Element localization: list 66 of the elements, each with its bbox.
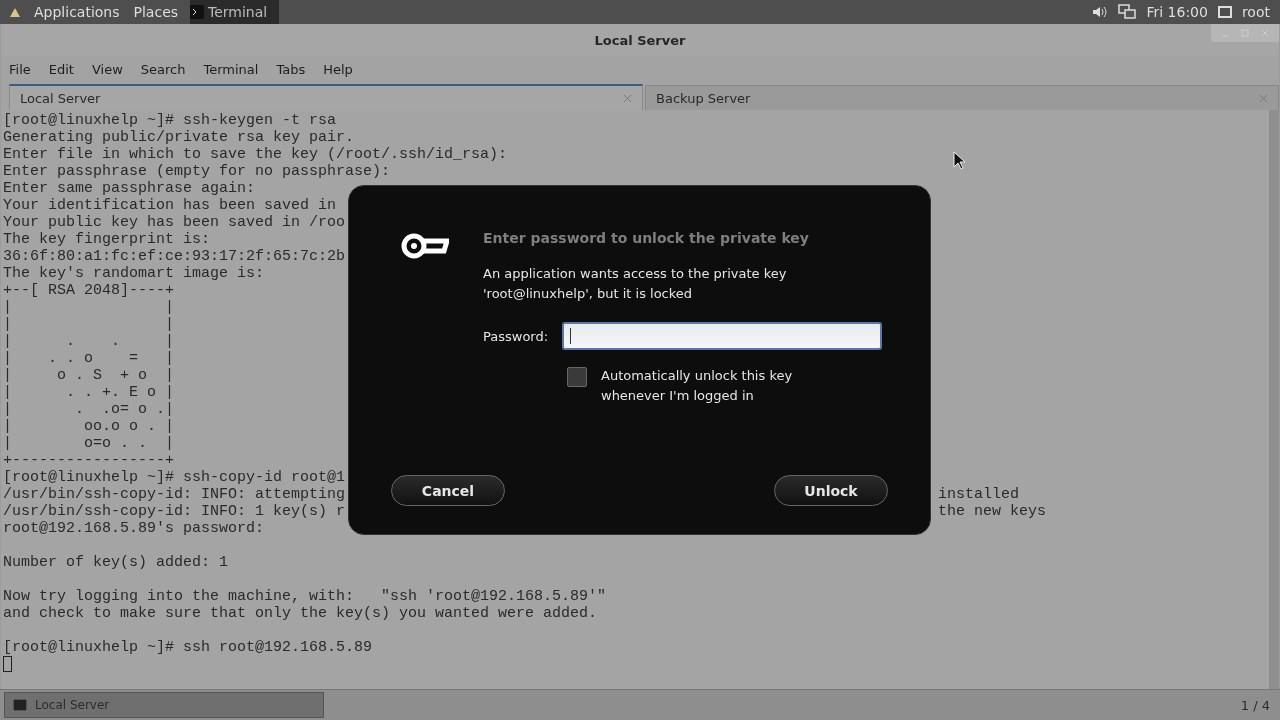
field-label: Password: xyxy=(483,328,549,344)
clock[interactable]: Fri 16:00 xyxy=(1146,4,1208,20)
terminal-line: /usr/bin/ssh-copy-id: INFO: 1 key(s) r xyxy=(3,503,346,520)
terminal-line: The key fingerprint is: xyxy=(3,231,211,248)
terminal-line: Generating public/private rsa key pair. xyxy=(3,129,355,146)
menu-item[interactable]: Search xyxy=(140,61,186,77)
terminal-line: [root@linuxhelp ~]# ssh-copy-id root@1 xyxy=(3,469,346,486)
close-icon[interactable] xyxy=(1259,93,1268,103)
terminal-line: [root@linuxhelp ~]# ssh root@192.168.5.89 xyxy=(3,639,373,656)
unlock-button[interactable]: Unlock xyxy=(774,475,888,506)
terminal-line: and check to make sure that only the key(s) you wanted were added. xyxy=(3,605,598,622)
terminal-line: Now try logging into the machine, with: "ssh 'root@192.168.5.89'" xyxy=(3,588,607,605)
menu-item[interactable]: Edit xyxy=(48,61,74,77)
menu-item[interactable]: Help xyxy=(323,61,353,77)
network-icon[interactable] xyxy=(1118,4,1137,20)
tab[interactable]: Backup Server xyxy=(645,85,1279,110)
terminal-line: Enter file in which to save the key (/root/.ssh/id_rsa): xyxy=(3,146,508,163)
terminal-line: Your public key has been saved in /roo xyxy=(3,214,346,231)
text-cursor xyxy=(3,656,12,672)
dialog-message: An application wants access to the private key 'root@linuxhelp', but it is locked xyxy=(483,265,788,303)
dialog-title: Enter password to unlock the private key xyxy=(483,230,810,246)
menu-item[interactable]: View xyxy=(91,61,123,77)
terminal-line: | . .o= o .| xyxy=(3,401,175,418)
window-title: Local Server xyxy=(594,32,686,48)
terminal-icon xyxy=(190,5,205,19)
menu-item[interactable]: Terminal xyxy=(203,61,259,77)
terminal-line: the new keys xyxy=(938,503,1047,520)
terminal-line: Enter passphrase (empty for no passphrase): xyxy=(3,163,391,180)
terminal-line: /usr/bin/ssh-copy-id: INFO: attempting xyxy=(3,486,346,503)
terminal-line: Your identification has been saved in xyxy=(3,197,337,214)
terminal-line: | oo.o o . | xyxy=(3,418,175,435)
mouse-pointer-icon xyxy=(953,151,966,170)
password-field[interactable] xyxy=(562,322,883,350)
menu-item[interactable]: Tabs xyxy=(276,61,306,77)
close-icon[interactable] xyxy=(623,93,632,103)
checkbox-label: Automatically unlock this key whenever I'm logged in xyxy=(601,367,794,405)
terminal-line: | . . o = | xyxy=(3,350,175,367)
checkbox[interactable] xyxy=(567,367,587,387)
panel-menu[interactable]: Places xyxy=(131,4,181,20)
terminal-icon xyxy=(13,699,27,711)
workspace-indicator[interactable]: 1 / 4 xyxy=(1240,697,1270,713)
terminal-line: +--[ RSA 2048]----+ xyxy=(3,282,175,299)
terminal-line: root@192.168.5.89's password: xyxy=(3,520,265,537)
terminal-line: | . . +. E o | xyxy=(3,384,175,401)
terminal-line: | | xyxy=(3,316,175,333)
taskbar-button[interactable]: Terminal xyxy=(190,0,280,24)
terminal-line: +-----------------+ xyxy=(3,452,175,469)
terminal-line: [root@linuxhelp ~]# ssh-keygen -t rsa xyxy=(3,112,337,129)
user-menu[interactable]: root xyxy=(1241,4,1270,20)
terminal-line: The key's randomart image is: xyxy=(3,265,265,282)
key-icon xyxy=(401,232,449,260)
menu-item[interactable]: File xyxy=(9,61,31,77)
terminal-line: Enter same passphrase again: xyxy=(3,180,256,197)
user-icon xyxy=(1217,6,1232,18)
volume-icon[interactable] xyxy=(1092,5,1109,19)
terminal-line: installed xyxy=(938,486,1019,503)
terminal-line: | | xyxy=(3,299,175,316)
cancel-button[interactable]: Cancel xyxy=(391,475,505,506)
tab[interactable]: Local Server xyxy=(9,84,643,110)
scrollbar[interactable] xyxy=(1269,110,1279,689)
terminal-line: | o=o . . | xyxy=(3,435,175,452)
terminal-line: Number of key(s) added: 1 xyxy=(3,554,229,571)
terminal-line: | . . | xyxy=(3,333,175,350)
panel-menu[interactable]: Applications xyxy=(32,4,122,20)
terminal-line: 36:6f:80:a1:fc:ef:ce:93:17:2f:65:7c:2b xyxy=(3,248,346,265)
terminal-line: | o . S + o | xyxy=(3,367,175,384)
